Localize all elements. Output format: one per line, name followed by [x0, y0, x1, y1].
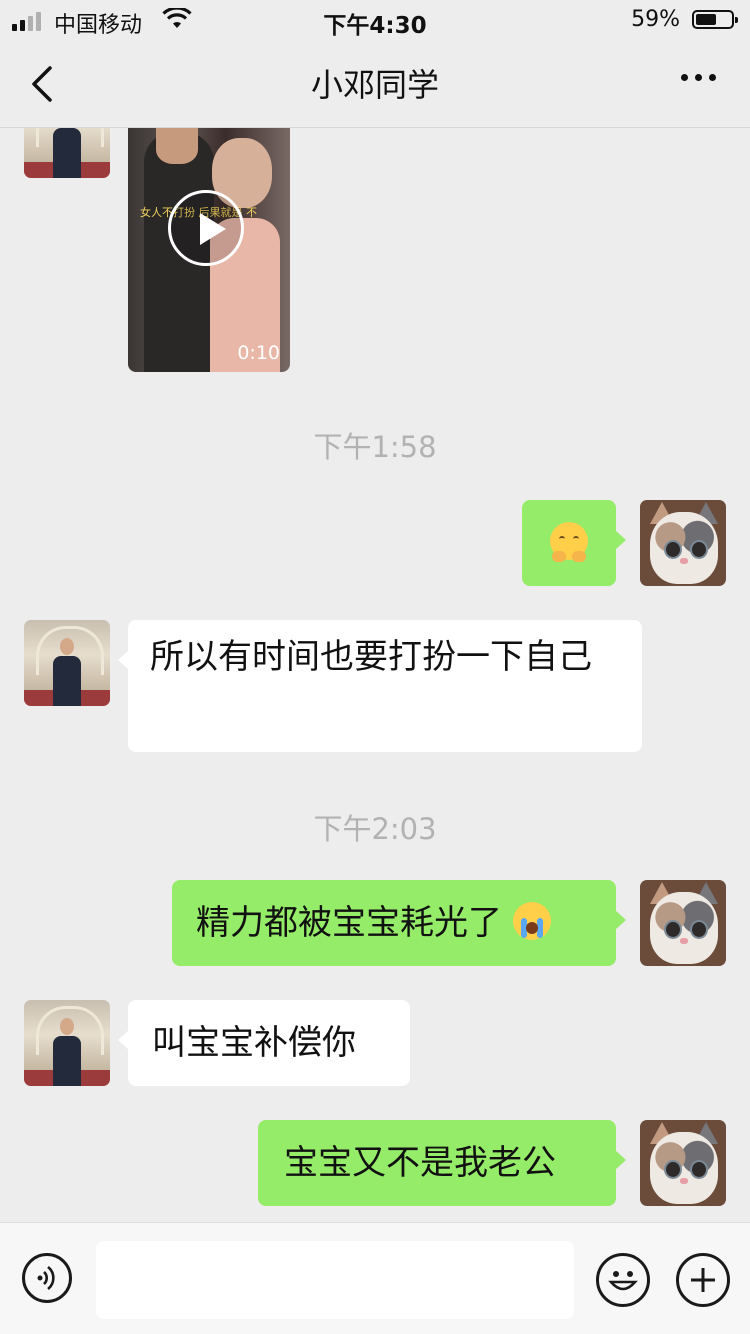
voice-icon[interactable]: [22, 1253, 72, 1303]
battery-icon: [692, 10, 738, 29]
more-options-icon[interactable]: [681, 74, 716, 81]
message-bubble-sent[interactable]: 宝宝又不是我老公: [258, 1120, 626, 1206]
video-message[interactable]: 女人不打扮 后果就是 不 0:10: [128, 128, 290, 372]
battery-fill: [696, 14, 717, 25]
play-icon[interactable]: [168, 190, 244, 266]
my-avatar[interactable]: [640, 500, 726, 586]
input-bar: [0, 1222, 750, 1334]
loudly-crying-emoji-icon: [512, 902, 551, 940]
plus-icon[interactable]: [676, 1253, 730, 1307]
pouting-hug-emoji-icon: [550, 522, 588, 562]
message-text: 精力都被宝宝耗光了: [196, 903, 502, 943]
message-bubble-sent[interactable]: 精力都被宝宝耗光了: [172, 880, 626, 966]
timestamp: 下午1:58: [313, 430, 437, 464]
my-avatar[interactable]: [640, 1120, 726, 1206]
contact-avatar[interactable]: [24, 1000, 110, 1086]
battery-percentage: 59%: [631, 7, 680, 32]
message-bubble-sent[interactable]: [522, 500, 626, 586]
timestamp: 下午2:03: [313, 812, 437, 846]
message-input[interactable]: [96, 1241, 574, 1319]
status-bar: 中国移动 下午4:30 59%: [0, 0, 750, 40]
chat-title: 小邓同学: [310, 66, 439, 104]
nav-bar: 小邓同学: [0, 40, 750, 128]
my-avatar[interactable]: [640, 880, 726, 966]
contact-avatar[interactable]: [24, 620, 110, 706]
message-bubble-received[interactable]: 所以有时间也要打扮一下自己: [118, 620, 642, 752]
emoji-icon[interactable]: [596, 1253, 650, 1307]
message-bubble-received[interactable]: 叫宝宝补偿你: [118, 1000, 410, 1086]
contact-avatar[interactable]: [24, 128, 110, 178]
video-duration: 0:10: [237, 342, 280, 364]
chat-area[interactable]: 女人不打扮 后果就是 不 0:10 下午1:58 所以有时间也要打扮一下自己 下…: [0, 128, 750, 1222]
